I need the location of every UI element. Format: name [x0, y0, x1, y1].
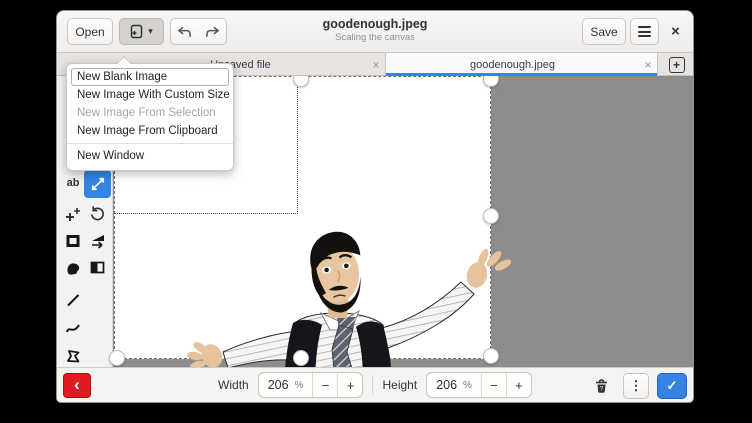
drawing-app-window: ab	[56, 10, 694, 403]
menu-button[interactable]	[630, 18, 659, 45]
height-increase-button[interactable]: +	[506, 373, 531, 397]
points-icon	[65, 206, 82, 223]
undo-button[interactable]	[170, 18, 199, 45]
arc-icon	[65, 320, 81, 336]
height-label: Height	[383, 378, 418, 392]
height-decrease-button[interactable]: −	[481, 373, 506, 397]
header-bar: Open ▾ g	[57, 11, 693, 53]
text-tool-icon: ab	[67, 177, 80, 189]
width-decrease-button[interactable]: −	[313, 373, 338, 397]
trash-icon: ?	[594, 378, 609, 394]
plus-icon: +	[673, 59, 680, 71]
height-spinner: 206 % − +	[426, 372, 532, 398]
height-input[interactable]: 206 %	[427, 373, 481, 397]
new-tab-zone: +	[658, 53, 694, 76]
bottom-action-bar: ‹ Width 206 % − + Height 206 %	[57, 367, 693, 402]
new-image-menu-button[interactable]: ▾	[119, 18, 164, 45]
original-size-guide-horizontal	[114, 213, 298, 214]
tab-label: goodenough.jpeg	[386, 59, 639, 71]
redo-icon	[205, 26, 220, 38]
minus-icon: −	[322, 378, 330, 393]
scale-handle-bottom-center[interactable]	[293, 350, 309, 366]
tool-polygon[interactable]	[62, 346, 84, 366]
scale-handle-bottom-left[interactable]	[109, 350, 125, 366]
tab-close-icon[interactable]: ×	[639, 58, 657, 72]
tool-free-shape[interactable]	[62, 258, 84, 278]
menu-item-new-image-from-clipboard[interactable]: New Image From Clipboard	[67, 122, 233, 140]
tool-points[interactable]	[62, 204, 84, 224]
caret-down-icon: ▾	[148, 26, 153, 37]
open-button[interactable]: Open	[67, 18, 113, 45]
tab-close-icon[interactable]: ×	[367, 58, 385, 72]
check-icon: ✓	[667, 378, 678, 394]
tool-rotate[interactable]	[86, 203, 108, 224]
new-image-icon	[130, 24, 144, 39]
rotate-icon	[89, 205, 106, 222]
hamburger-icon	[638, 26, 651, 28]
polygon-icon	[65, 348, 81, 364]
menu-separator	[67, 143, 233, 144]
tool-scale-active[interactable]	[84, 170, 111, 198]
rectangle-icon	[65, 233, 81, 249]
discard-button[interactable]: ?	[587, 373, 615, 399]
menu-item-new-blank-image[interactable]: New Blank Image	[67, 68, 233, 86]
filters-icon	[89, 259, 106, 276]
plus-icon: +	[347, 378, 355, 393]
tab-goodenough-jpeg[interactable]: goodenough.jpeg ×	[386, 53, 658, 76]
menu-item-new-image-from-selection: New Image From Selection	[67, 104, 233, 122]
back-button[interactable]: ‹	[63, 373, 91, 398]
tool-skew[interactable]	[86, 230, 108, 251]
window-close-button[interactable]: ×	[662, 18, 689, 45]
chevron-left-icon: ‹	[74, 376, 80, 393]
width-increase-button[interactable]: +	[338, 373, 363, 397]
menu-item-new-window[interactable]: New Window	[67, 147, 233, 165]
undo-icon	[177, 26, 192, 38]
minus-icon: −	[490, 378, 498, 393]
free-shape-icon	[65, 260, 81, 276]
original-size-guide-vertical	[297, 76, 298, 214]
bottom-right-actions: ? ⋮ ✓	[587, 372, 687, 399]
scale-handle-bottom-right[interactable]	[483, 348, 499, 364]
tool-filters[interactable]	[86, 257, 108, 278]
vertical-dots-icon: ⋮	[630, 378, 643, 394]
percent-unit: %	[463, 380, 472, 391]
width-input[interactable]: 206 %	[259, 373, 313, 397]
new-tab-button[interactable]: +	[669, 57, 685, 73]
menu-item-new-image-custom-size[interactable]: New Image With Custom Size	[67, 86, 233, 104]
new-image-popup-menu: New Blank Image New Image With Custom Si…	[66, 63, 234, 171]
apply-button[interactable]: ✓	[657, 373, 687, 399]
desktop: ab	[0, 0, 752, 423]
tool-text[interactable]: ab	[61, 172, 85, 194]
tool-line[interactable]	[62, 290, 84, 310]
width-spinner: 206 % − +	[258, 372, 364, 398]
line-icon	[65, 292, 81, 308]
tool-arc[interactable]	[62, 318, 84, 338]
close-icon: ×	[671, 23, 680, 40]
percent-unit: %	[295, 380, 304, 391]
divider	[373, 375, 374, 395]
tool-rectangle[interactable]	[62, 231, 84, 251]
scale-icon	[89, 175, 107, 193]
svg-text:?: ?	[599, 385, 603, 392]
plus-icon: +	[515, 378, 523, 393]
more-options-button[interactable]: ⋮	[623, 373, 649, 399]
width-label: Width	[218, 378, 249, 392]
save-button[interactable]: Save	[582, 18, 626, 45]
redo-button[interactable]	[198, 18, 227, 45]
scale-controls: Width 206 % − + Height 206 % −	[218, 372, 532, 398]
scale-handle-mid-right[interactable]	[483, 208, 499, 224]
skew-icon	[89, 232, 106, 249]
